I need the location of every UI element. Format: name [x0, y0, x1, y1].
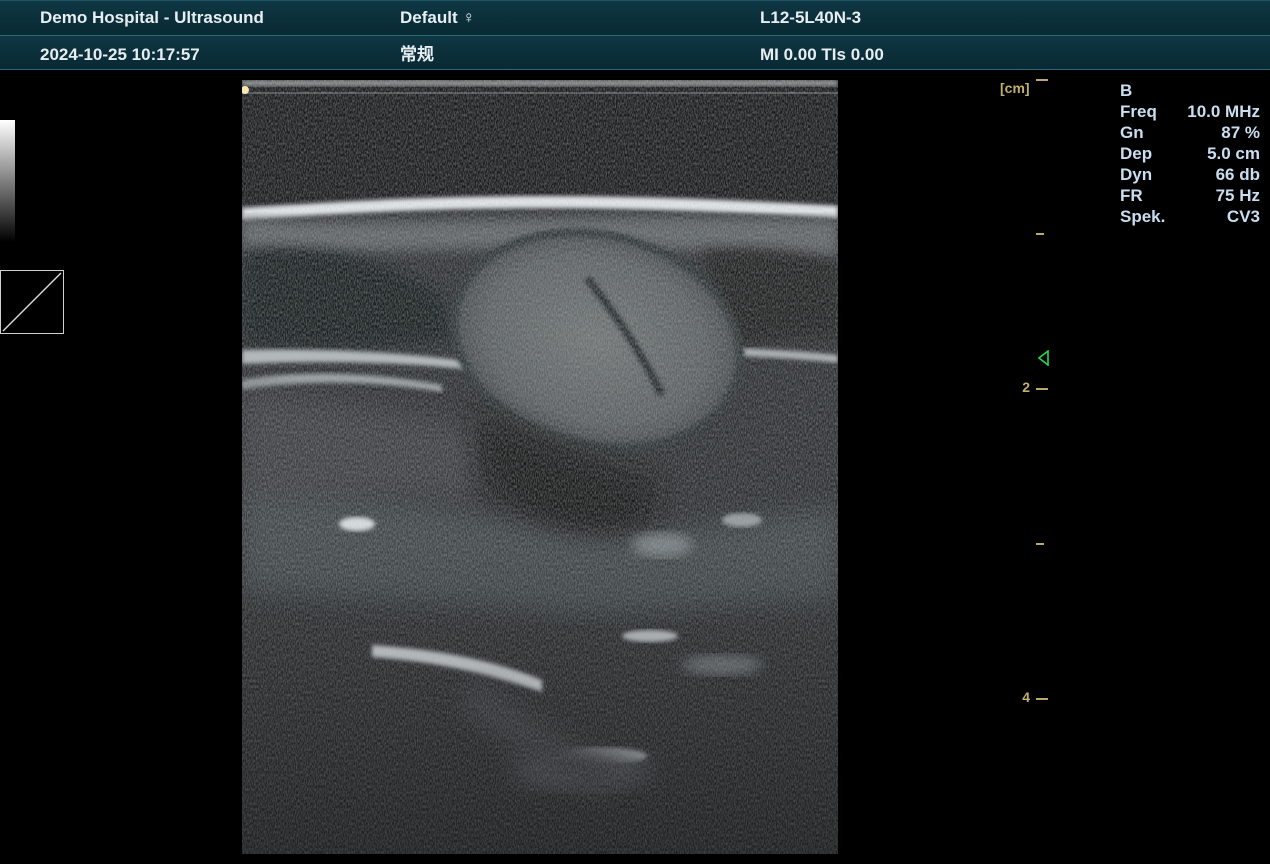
- param-row-frame-rate: FR 75 Hz: [1120, 185, 1260, 206]
- exam-type[interactable]: 常规: [400, 36, 434, 74]
- param-name: Gn: [1120, 123, 1144, 142]
- gamma-curve-icon: [0, 270, 64, 334]
- param-value: 75 Hz: [1215, 186, 1260, 205]
- param-name: Dep: [1120, 144, 1153, 163]
- header-row-top: Demo Hospital - Ultrasound Default ♀ L12…: [0, 0, 1270, 36]
- param-value: CV3: [1226, 207, 1260, 226]
- datetime: 2024-10-25 10:17:57: [40, 45, 200, 64]
- param-name: Freq: [1120, 102, 1157, 121]
- imaging-mode: B: [1120, 81, 1133, 100]
- param-value: 66 db: [1215, 165, 1260, 184]
- depth-tick: [1036, 698, 1048, 700]
- probe-label[interactable]: L12-5L40N-3: [760, 1, 861, 35]
- mi-tis-indices: MI 0.00 TIs 0.00: [760, 45, 884, 64]
- param-value: 10.0 MHz: [1187, 102, 1260, 121]
- param-row-speckle: Spek. CV3: [1120, 206, 1260, 227]
- parameter-panel: B Freq 10.0 MHz Gn 87 % Dep 5.0 cm Dyn 6…: [1120, 80, 1260, 227]
- param-row-dynamic-range: Dyn 66 db: [1120, 164, 1260, 185]
- hospital-name: Demo Hospital - Ultrasound: [40, 8, 264, 27]
- param-value: 87 %: [1221, 123, 1260, 142]
- preset-label[interactable]: Default ♀: [400, 1, 475, 35]
- param-row-gain: Gn 87 %: [1120, 122, 1260, 143]
- grayscale-bar: [0, 120, 15, 242]
- depth-tick: [1036, 79, 1048, 81]
- param-name: Spek.: [1120, 207, 1166, 226]
- ultrasound-image[interactable]: [242, 80, 838, 854]
- param-name: FR: [1120, 186, 1143, 205]
- depth-tick: [1036, 233, 1044, 235]
- depth-label-2: 2: [1022, 379, 1030, 395]
- focus-marker-icon[interactable]: [1037, 349, 1050, 371]
- depth-tick: [1036, 388, 1048, 390]
- param-row-freq: Freq 10.0 MHz: [1120, 101, 1260, 122]
- ultrasound-screen: Demo Hospital - Ultrasound Default ♀ L12…: [0, 0, 1270, 864]
- header-row-bottom: 2024-10-25 10:17:57 常规 MI 0.00 TIs 0.00: [0, 36, 1270, 70]
- param-value: 5.0 cm: [1207, 144, 1260, 163]
- param-row-depth: Dep 5.0 cm: [1120, 143, 1260, 164]
- depth-label-4: 4: [1022, 689, 1030, 705]
- depth-scale: [cm] 2 4: [990, 74, 1060, 714]
- param-name: Dyn: [1120, 165, 1153, 184]
- depth-unit-label: [cm]: [1000, 80, 1030, 96]
- depth-tick: [1036, 543, 1044, 545]
